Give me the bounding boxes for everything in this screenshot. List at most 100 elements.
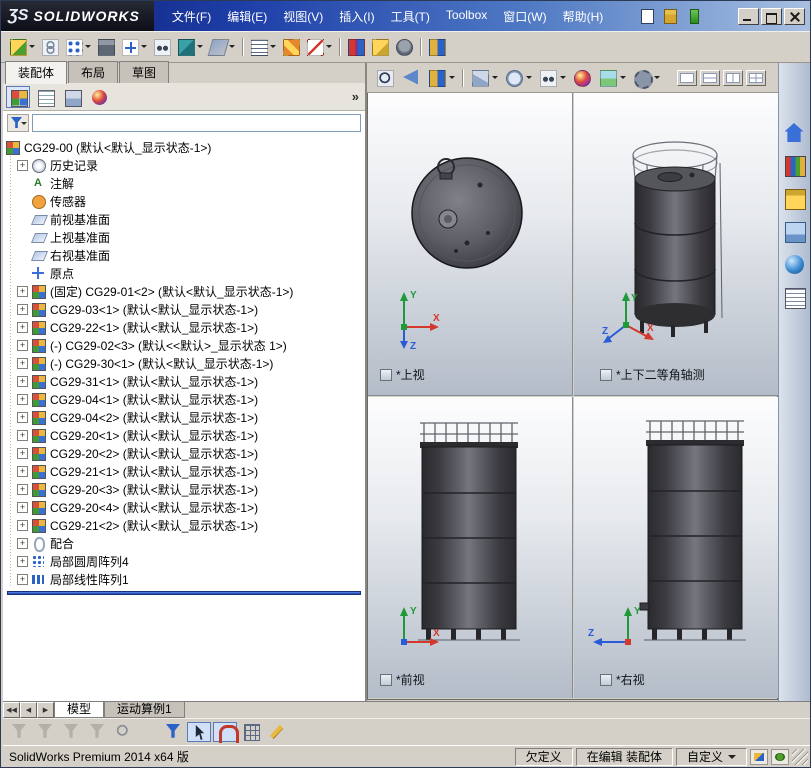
tree-expand-toggle[interactable] — [17, 412, 28, 423]
tree-item[interactable]: CG29-21<1> (默认<默认_显示状态-1>) — [3, 462, 365, 480]
rollback-bar[interactable] — [7, 591, 361, 595]
status-display-icon[interactable] — [771, 749, 789, 765]
menu-item[interactable]: 文件(F) — [164, 4, 219, 29]
open-document-icon[interactable] — [660, 7, 680, 25]
tree-expand-toggle[interactable] — [17, 160, 28, 171]
view-orientation-icon[interactable] — [468, 67, 500, 89]
tree-item[interactable]: 右视基准面 — [3, 246, 365, 264]
filter-edges-icon[interactable] — [33, 722, 57, 742]
section-view-icon[interactable] — [425, 67, 457, 89]
panel-expand-chevron[interactable]: » — [352, 89, 359, 104]
tree-item[interactable]: 传感器 — [3, 192, 365, 210]
tree-item[interactable]: CG29-03<1> (默认<默认_显示状态-1>) — [3, 300, 365, 318]
tree-item[interactable]: 局部线性阵列1 — [3, 570, 365, 588]
tree-expand-toggle[interactable] — [17, 394, 28, 405]
edit-filter-icon[interactable] — [265, 722, 289, 742]
tree-item[interactable]: 配合 — [3, 534, 365, 552]
sep[interactable] — [336, 36, 343, 58]
sep[interactable] — [459, 67, 466, 89]
tree-expand-toggle[interactable] — [17, 574, 28, 585]
panel-tab[interactable]: 草图 — [119, 61, 169, 83]
resize-grip[interactable] — [792, 749, 808, 765]
menu-item[interactable]: 编辑(E) — [219, 4, 275, 29]
panel-tab[interactable]: 布局 — [68, 61, 118, 83]
clear-all-filters-icon[interactable] — [85, 722, 109, 742]
tree-item[interactable]: 原点 — [3, 264, 365, 282]
tree-item[interactable]: 历史记录 — [3, 156, 365, 174]
new-document-icon[interactable] — [637, 7, 657, 25]
tree-item[interactable]: CG29-20<1> (默认<默认_显示状态-1>) — [3, 426, 365, 444]
viewport-dimetric-view[interactable]: Y X Z *上下二等角轴测 — [574, 93, 778, 396]
tree-item[interactable]: (固定) CG29-01<2> (默认<默认_显示状态-1>) — [3, 282, 365, 300]
tree-item[interactable]: CG29-31<1> (默认<默认_显示状态-1>) — [3, 372, 365, 390]
toolbox-green-icon[interactable] — [683, 7, 703, 25]
bottom-tab[interactable]: 运动算例1 — [104, 702, 185, 718]
design-library-icon[interactable] — [783, 154, 807, 178]
viewport-front-view[interactable]: Y X *前视 — [368, 397, 573, 698]
mate-icon[interactable] — [39, 36, 61, 58]
tree-item[interactable]: CG29-04<1> (默认<默认_显示状态-1>) — [3, 390, 365, 408]
tree-item[interactable]: (-) CG29-02<3> (默认<<默认>_显示状态 1>) — [3, 336, 365, 354]
tree-expand-toggle[interactable] — [17, 556, 28, 567]
viewport-top-view[interactable]: Y X Z *上视 — [368, 93, 573, 396]
two-view-vertical-icon[interactable] — [723, 70, 743, 86]
file-explorer-icon[interactable] — [783, 187, 807, 211]
bill-of-materials-icon[interactable] — [248, 36, 278, 58]
configurationmanager-tab-icon[interactable] — [60, 86, 84, 108]
restore-button[interactable] — [761, 8, 782, 25]
tree-expand-toggle[interactable] — [17, 340, 28, 351]
tree-expand-toggle[interactable] — [17, 430, 28, 441]
insert-components-icon[interactable] — [7, 36, 37, 58]
menu-item[interactable]: 窗口(W) — [495, 4, 554, 29]
menu-item[interactable]: 工具(T) — [383, 4, 438, 29]
sep[interactable] — [417, 36, 424, 58]
four-view-icon[interactable] — [746, 70, 766, 86]
tab-scroll-next-button[interactable]: ▶ — [37, 702, 54, 718]
viewport-right-view[interactable]: Y Z *右视 — [574, 397, 778, 698]
tree-item[interactable]: 注解 — [3, 174, 365, 192]
apply-scene-icon[interactable] — [596, 67, 628, 89]
display-style-icon[interactable] — [502, 67, 534, 89]
gap[interactable] — [137, 722, 159, 742]
tree-expand-toggle[interactable] — [17, 376, 28, 387]
tree-item[interactable]: CG29-20<2> (默认<默认_显示状态-1>) — [3, 444, 365, 462]
tree-item[interactable]: CG29-21<2> (默认<默认_显示状态-1>) — [3, 516, 365, 534]
minimize-button[interactable] — [738, 8, 759, 25]
view-settings-icon[interactable] — [630, 67, 662, 89]
edit-appearance-icon[interactable] — [570, 67, 594, 89]
section-view-tool-icon[interactable] — [426, 36, 448, 58]
magnified-selection-icon[interactable] — [111, 722, 135, 742]
filter-vertices-icon[interactable] — [7, 722, 31, 742]
tree-expand-toggle[interactable] — [17, 484, 28, 495]
quick-snaps-icon[interactable] — [213, 722, 237, 742]
sep[interactable] — [239, 36, 246, 58]
tab-scroll-prev-button[interactable]: ◀ — [20, 702, 37, 718]
close-button[interactable] — [784, 8, 805, 25]
one-view-icon[interactable] — [677, 70, 697, 86]
tree-expand-toggle[interactable] — [17, 520, 28, 531]
tab-scroll-first-button[interactable]: ◀◀ — [3, 702, 20, 718]
status-units-selector[interactable]: 自定义 — [676, 748, 747, 766]
tree-expand-toggle[interactable] — [17, 538, 28, 549]
show-hidden-components-icon[interactable] — [151, 36, 173, 58]
view-palette-icon[interactable] — [783, 220, 807, 244]
status-tag-icon[interactable] — [750, 749, 768, 765]
explode-line-sketch-icon[interactable] — [304, 36, 334, 58]
tree-expand-toggle[interactable] — [17, 358, 28, 369]
mass-properties-icon[interactable] — [393, 36, 415, 58]
tree-item[interactable]: CG29-00 (默认<默认_显示状态-1>) — [3, 138, 365, 156]
exploded-view-icon[interactable] — [280, 36, 302, 58]
propertymanager-tab-icon[interactable] — [33, 86, 57, 108]
bottom-tab[interactable]: 模型 — [54, 702, 104, 718]
tree-expand-toggle[interactable] — [17, 448, 28, 459]
home-icon[interactable] — [783, 121, 807, 145]
displaymanager-tab-icon[interactable] — [87, 86, 111, 108]
custom-properties-icon[interactable] — [783, 286, 807, 310]
tree-expand-toggle[interactable] — [17, 466, 28, 477]
tree-expand-toggle[interactable] — [17, 304, 28, 315]
menu-item[interactable]: Toolbox — [438, 4, 495, 29]
previous-view-icon[interactable] — [399, 67, 423, 89]
two-view-horizontal-icon[interactable] — [700, 70, 720, 86]
tree-item[interactable]: 前视基准面 — [3, 210, 365, 228]
interference-detection-icon[interactable] — [345, 36, 367, 58]
